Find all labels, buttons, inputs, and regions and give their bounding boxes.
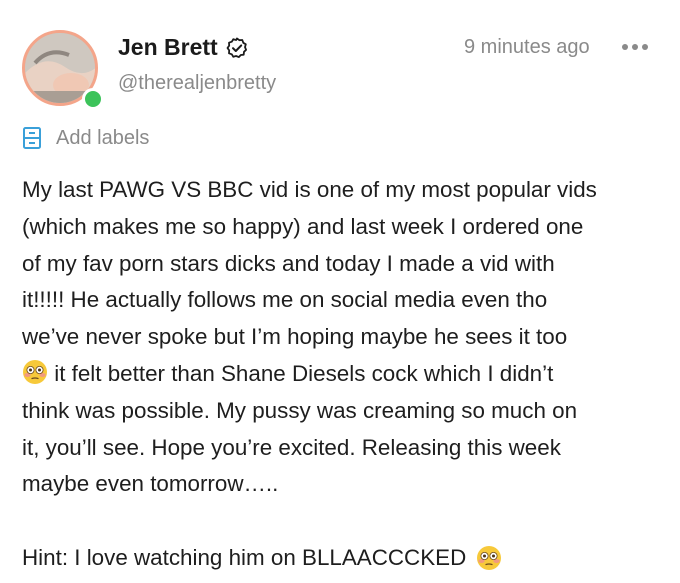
post-body: My last PAWG VS BBC vid is one of my mos… bbox=[22, 172, 672, 503]
author-display-name[interactable]: Jen Brett bbox=[118, 34, 218, 61]
flushed-face-icon bbox=[22, 359, 48, 385]
label-icon bbox=[22, 126, 42, 150]
online-status-indicator bbox=[82, 88, 104, 110]
post-text-line: it felt better than Shane Diesels cock w… bbox=[48, 360, 554, 386]
author-name-row: Jen Brett bbox=[118, 34, 248, 61]
post-text-line: of my fav porn stars dicks and today I m… bbox=[22, 250, 555, 276]
post-text-line: maybe even tomorrow….. bbox=[22, 471, 279, 497]
post-text-line: it, you’ll see. Hope you’re excited. Rel… bbox=[22, 434, 561, 460]
post-text-line: My last PAWG VS BBC vid is one of my mos… bbox=[22, 177, 597, 202]
post-timestamp: 9 minutes ago bbox=[464, 36, 590, 58]
more-dot bbox=[632, 44, 638, 50]
verified-badge-icon bbox=[226, 37, 248, 59]
more-dot bbox=[622, 44, 628, 50]
post-text-line: think was possible. My pussy was creamin… bbox=[22, 397, 578, 423]
post-hint: Hint: I love watching him on BLLAACCCKED bbox=[22, 540, 502, 577]
avatar[interactable] bbox=[22, 30, 104, 112]
more-dot bbox=[642, 44, 648, 50]
add-labels-label: Add labels bbox=[56, 126, 150, 149]
post-text-line: we’ve never spoke but I’m hoping maybe h… bbox=[22, 324, 568, 350]
add-labels-button[interactable]: Add labels bbox=[22, 126, 149, 150]
more-options-icon[interactable] bbox=[622, 44, 648, 50]
flushed-face-icon bbox=[476, 545, 502, 571]
author-handle[interactable]: @therealjenbretty bbox=[118, 72, 276, 95]
hint-text: Hint: I love watching him on BLLAACCCKED bbox=[22, 545, 467, 570]
post-text-line: (which makes me so happy) and last week … bbox=[22, 213, 584, 239]
post-text-line: it!!!!! He actually follows me on social… bbox=[22, 287, 548, 313]
